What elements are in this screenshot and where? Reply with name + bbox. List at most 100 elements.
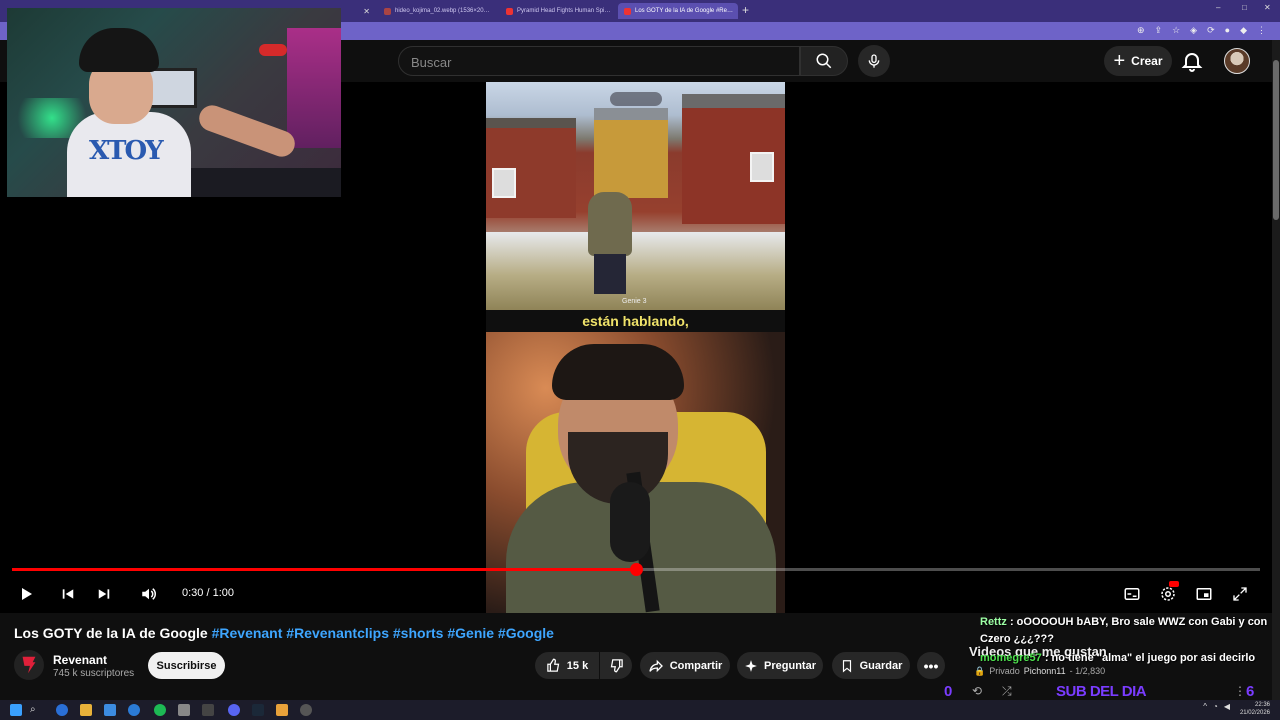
chevron-up-icon[interactable]: ^	[1203, 702, 1207, 711]
settings-button[interactable]	[1156, 581, 1180, 606]
share-icon[interactable]: ⇪	[1155, 25, 1163, 36]
wifi-icon[interactable]: ◔	[1213, 702, 1218, 711]
search-icon	[816, 53, 832, 69]
browser-tab[interactable]: hideo_kojima_02.webp (1536×20… ✕	[378, 3, 498, 19]
search-icon[interactable]: ⌕	[30, 704, 42, 716]
streamer-webcam-overlay: XTOY	[7, 8, 341, 197]
ask-button[interactable]: Preguntar	[737, 652, 823, 679]
volume-icon	[142, 588, 156, 600]
tab-label: Los GOTY de la IA de Google #Re…	[635, 8, 733, 14]
revenant-logo-icon	[22, 656, 36, 674]
walking-person	[584, 182, 636, 300]
search-input[interactable]: Buscar	[398, 46, 800, 76]
ask-label: Preguntar	[764, 659, 816, 672]
more-vertical-icon[interactable]: ⋮	[1234, 684, 1246, 698]
playlist-owner: Pichonn11	[1023, 666, 1066, 676]
close-tab-icon[interactable]: ✕	[363, 7, 370, 16]
microphone	[610, 482, 650, 562]
tab-favicon-icon	[506, 7, 513, 15]
extensions-icon[interactable]: ◆	[1240, 25, 1247, 36]
seek-handle[interactable]	[630, 563, 643, 576]
zoom-icon[interactable]: ⊕	[1137, 25, 1145, 36]
close-window-button[interactable]: ✕	[1264, 3, 1271, 12]
video-hashtags[interactable]: #Revenant #Revenantclips #shorts #Genie …	[212, 625, 554, 641]
browser-tab-active[interactable]: Los GOTY de la IA de Google #Re… ✕	[618, 3, 738, 19]
fullscreen-icon	[1233, 587, 1247, 601]
chat-message: Rettz : oOOOOUH bABY, Bro sale WWZ con G…	[980, 614, 1270, 648]
subtitles-button[interactable]	[1120, 582, 1144, 606]
volume-button[interactable]	[137, 582, 161, 606]
dislike-button[interactable]	[600, 652, 632, 679]
like-button[interactable]: 15 k	[535, 652, 599, 679]
create-button[interactable]: + Crear	[1104, 46, 1172, 76]
maximize-button[interactable]: □	[1242, 3, 1247, 12]
share-button[interactable]: Compartir	[640, 652, 730, 679]
search-button[interactable]	[800, 46, 848, 76]
menu-icon[interactable]: ⋮	[1257, 25, 1266, 36]
miniplayer-button[interactable]	[1192, 582, 1216, 606]
minimize-button[interactable]: –	[1216, 3, 1220, 12]
privacy-label: Privado	[989, 666, 1020, 676]
refresh-icon[interactable]: ⟳	[1207, 25, 1215, 36]
monitor	[147, 68, 197, 108]
scrollbar-thumb[interactable]	[1273, 60, 1279, 220]
video-frame[interactable]: Genie 3 están hablando,	[486, 82, 785, 613]
pink-rack	[287, 28, 341, 148]
steam-icon[interactable]	[252, 704, 264, 716]
shuffle-icon[interactable]: ⤮	[1002, 684, 1012, 699]
subtitle-text: están hablando,	[582, 313, 689, 329]
fullscreen-button[interactable]	[1228, 582, 1252, 606]
more-actions-button[interactable]: •••	[917, 652, 945, 679]
play-button[interactable]	[14, 582, 38, 606]
bell-icon[interactable]	[1180, 49, 1204, 73]
chat-username: Rettz	[980, 616, 1007, 628]
app-icon[interactable]	[276, 704, 288, 716]
app-icon[interactable]	[178, 704, 190, 716]
chat-username: momegre57	[980, 652, 1042, 664]
video-scene-village: Genie 3	[486, 82, 785, 318]
next-button[interactable]	[92, 582, 116, 606]
cap	[79, 28, 159, 72]
channel-avatar[interactable]	[14, 650, 44, 680]
more-horizontal-icon: •••	[923, 657, 939, 674]
loop-icon[interactable]: ⟲	[972, 684, 982, 698]
save-label: Guardar	[859, 659, 903, 672]
obs-icon[interactable]	[300, 704, 312, 716]
seek-bar[interactable]	[12, 563, 1260, 576]
chat-text: : no tiene "alma" el juego por asi decir…	[1044, 652, 1256, 664]
channel-name[interactable]: Revenant	[53, 653, 107, 667]
store-icon[interactable]	[104, 704, 116, 716]
discord-icon[interactable]	[228, 704, 240, 716]
subscriber-count: 745 k suscriptores	[53, 668, 135, 679]
hair	[552, 344, 684, 400]
clock-date: 21/02/2026	[1239, 710, 1270, 716]
new-tab-button[interactable]: +	[742, 3, 749, 17]
edge-icon[interactable]	[56, 704, 68, 716]
speaker-icon[interactable]: ◀	[1224, 702, 1230, 711]
spotify-icon[interactable]	[154, 704, 166, 716]
thumbs-down-icon	[610, 659, 623, 673]
thumbs-up-icon	[547, 658, 560, 672]
subscribe-button[interactable]: Suscribirse	[148, 652, 225, 679]
window	[492, 168, 516, 198]
start-icon[interactable]	[10, 704, 22, 716]
browser-icon[interactable]	[128, 704, 140, 716]
file-explorer-icon[interactable]	[80, 704, 92, 716]
play-icon	[22, 588, 32, 600]
browser-tab[interactable]: Pyramid Head Fights Human Spi… ✕	[500, 3, 618, 19]
chat-message: momegre57 : no tiene "alma" el juego por…	[980, 652, 1280, 664]
voice-search-button[interactable]	[858, 45, 890, 77]
bookmark-star-icon[interactable]: ☆	[1172, 25, 1180, 36]
extension-icon[interactable]: ◈	[1190, 25, 1197, 36]
previous-button[interactable]	[56, 582, 80, 606]
profile-icon[interactable]: ●	[1225, 25, 1230, 36]
chat-text: : oOOOOUH bABY, Bro sale WWZ con Gabi y …	[1009, 616, 1268, 628]
save-button[interactable]: Guardar	[832, 652, 910, 679]
house-right	[682, 94, 785, 224]
account-avatar[interactable]	[1224, 48, 1250, 74]
house-left	[486, 118, 576, 218]
app-icon[interactable]	[202, 704, 214, 716]
create-label: Crear	[1131, 54, 1163, 68]
system-clock[interactable]: 22:36 21/02/2026	[1240, 701, 1270, 717]
page-scrollbar[interactable]	[1272, 40, 1280, 700]
